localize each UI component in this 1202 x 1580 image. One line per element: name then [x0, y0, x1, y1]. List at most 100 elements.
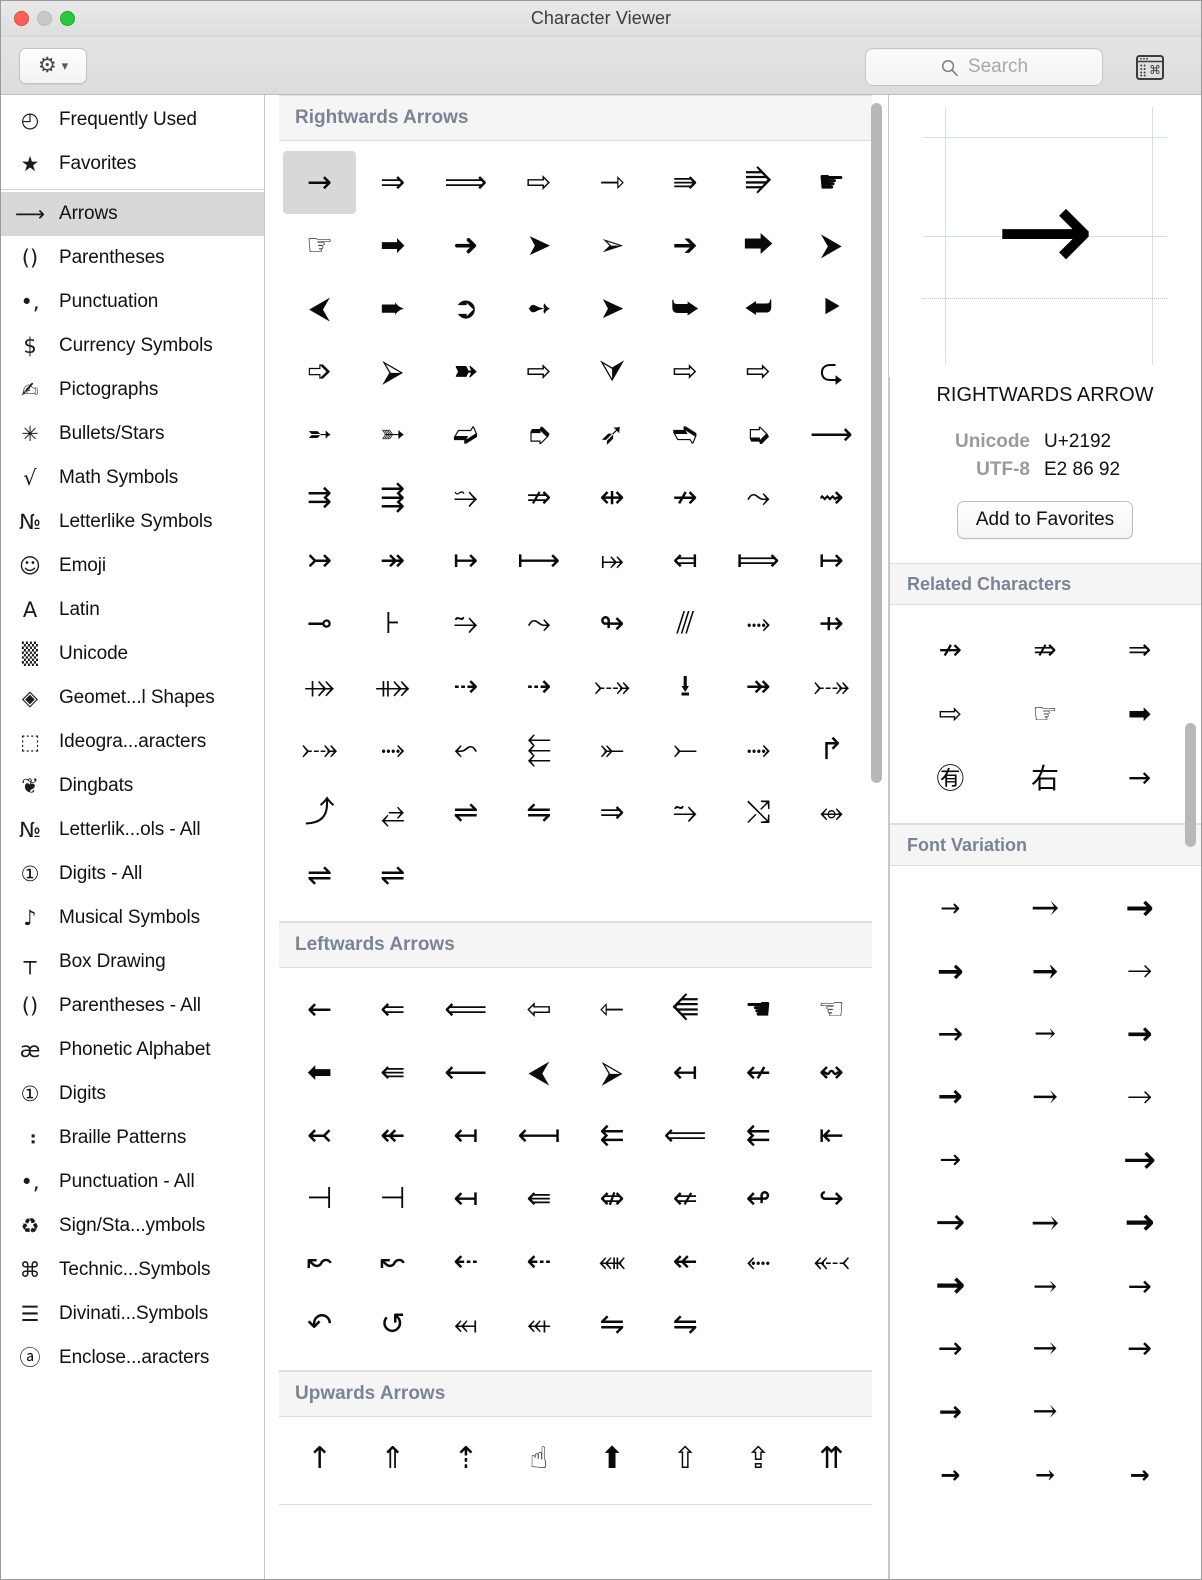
character-cell[interactable]: ➬: [649, 403, 722, 466]
character-cell[interactable]: ↫: [722, 1167, 795, 1230]
font-variation-cell[interactable]: →: [1092, 1002, 1187, 1065]
character-cell[interactable]: ←: [283, 978, 356, 1041]
character-cell[interactable]: ↱: [795, 718, 868, 781]
font-variation-cell[interactable]: →: [1092, 1254, 1187, 1317]
font-variation-cell[interactable]: →: [903, 1254, 998, 1317]
character-cell[interactable]: ⇛: [649, 151, 722, 214]
font-variation-cell[interactable]: →: [998, 1443, 1093, 1506]
settings-menu-button[interactable]: ⚙ ▾: [19, 47, 87, 84]
character-cell[interactable]: ⇨: [502, 340, 575, 403]
sidebar-item-sign-sta-ymbols[interactable]: ♻ Sign/Sta...ymbols: [1, 1204, 264, 1248]
character-cell[interactable]: ⮞: [795, 214, 868, 277]
character-cell[interactable]: ➤: [502, 214, 575, 277]
character-cell[interactable]: ⤑: [722, 592, 795, 655]
sidebar-item-unicode[interactable]: ▒ Unicode: [1, 632, 264, 676]
character-cell[interactable]: ⤑: [356, 718, 429, 781]
sidebar-item-frequently-used[interactable]: ◴ Frequently Used: [1, 98, 264, 142]
character-cell[interactable]: ⫻: [649, 592, 722, 655]
character-cell[interactable]: ⇠: [502, 1230, 575, 1293]
character-cell[interactable]: ⊦: [356, 592, 429, 655]
sidebar-item-parentheses-all[interactable]: () Parentheses - All: [1, 984, 264, 1028]
related-character-cell[interactable]: ⇏: [998, 617, 1093, 681]
search-input[interactable]: Search: [865, 48, 1103, 86]
character-cell[interactable]: ⟼: [502, 529, 575, 592]
character-cell[interactable]: ⇪: [722, 1427, 795, 1490]
character-cell[interactable]: ⬅: [283, 1041, 356, 1104]
character-cell[interactable]: ⥲: [649, 781, 722, 844]
character-cell[interactable]: ⇒: [576, 781, 649, 844]
character-cell[interactable]: ⟵: [429, 1041, 502, 1104]
font-variation-cell[interactable]: →: [1092, 1191, 1187, 1254]
related-character-cell[interactable]: ↛: [903, 617, 998, 681]
sidebar-item-letterlike-symbols[interactable]: № Letterlike Symbols: [1, 500, 264, 544]
character-cell[interactable]: ⇠: [429, 1230, 502, 1293]
category-sidebar[interactable]: ◴ Frequently Used ★ Favorites ⟶ Arrows () Paren…: [1, 95, 265, 1579]
character-cell[interactable]: ⮜: [283, 277, 356, 340]
character-cell[interactable]: ⇝: [795, 466, 868, 529]
character-cell[interactable]: ⤳: [722, 466, 795, 529]
character-cell[interactable]: ⤑: [722, 718, 795, 781]
sidebar-item-digits-all[interactable]: ① Digits - All: [1, 852, 264, 896]
character-cell[interactable]: ⇨: [502, 151, 575, 214]
character-cell[interactable]: ↣: [283, 529, 356, 592]
sidebar-item-arrows[interactable]: ⟶ Arrows: [1, 192, 264, 236]
font-variation-cell[interactable]: →: [1092, 1443, 1187, 1506]
character-cell[interactable]: ↛: [649, 466, 722, 529]
character-cell[interactable]: ↞: [356, 1104, 429, 1167]
font-variation-grid[interactable]: → → → → → → → → → → → → → → → → → → → → → → → → → → → →: [889, 866, 1201, 1517]
character-cell[interactable]: ⥄: [356, 781, 429, 844]
character-cell[interactable]: ➻: [502, 277, 575, 340]
character-cell[interactable]: ➢: [576, 214, 649, 277]
character-cell[interactable]: ⇸: [795, 592, 868, 655]
character-cell[interactable]: ⇈: [795, 1427, 868, 1490]
inspector-scrollbar[interactable]: [1185, 723, 1196, 847]
character-cell[interactable]: ⥈: [795, 781, 868, 844]
character-cell[interactable]: ↠: [722, 655, 795, 718]
character-cell[interactable]: ⤆: [649, 529, 722, 592]
character-cell[interactable]: ⟶: [795, 403, 868, 466]
character-cell[interactable]: ➳: [356, 403, 429, 466]
character-cell[interactable]: ⤚: [649, 718, 722, 781]
character-cell[interactable]: ⬷: [795, 1230, 868, 1293]
character-cell[interactable]: ⬶: [429, 1293, 502, 1356]
character-cell[interactable]: ⊣: [356, 1167, 429, 1230]
character-cell[interactable]: ⇢: [502, 655, 575, 718]
character-cell[interactable]: ⇎: [576, 1167, 649, 1230]
character-cell[interactable]: ⇦: [502, 978, 575, 1041]
character-cell[interactable]: ↜: [356, 1230, 429, 1293]
character-cell[interactable]: ⇚: [356, 1041, 429, 1104]
character-cell[interactable]: ⟸: [429, 978, 502, 1041]
font-variation-cell[interactable]: →: [1092, 1317, 1187, 1380]
character-cell[interactable]: ☞: [283, 214, 356, 277]
related-character-cell[interactable]: →: [1092, 745, 1187, 809]
group-character-grid[interactable]: → ⇒ ⟹ ⇨ ⇾ ⇛ ⭆ ☛ ☞ ➡ ➜ ➤ ➢ ➔ ⮕ ⮞ ⮜ ➨ ➲ ➻ ➤ ⮩ ⮨ ⯈ ➩ ⮚ ➽ ⇨ ⮛ ⇨ ⇨ ⮎ ➵ ➳ ➫ ➮ ➶ ➬ ➭ ⟶…: [279, 141, 872, 922]
font-variation-cell[interactable]: →: [998, 1380, 1093, 1443]
zoom-button[interactable]: [60, 11, 75, 26]
font-variation-cell[interactable]: →: [1092, 1065, 1187, 1128]
font-variation-cell[interactable]: →: [903, 939, 998, 1002]
sidebar-item-bullets-stars[interactable]: ✳ Bullets/Stars: [1, 412, 264, 456]
character-cell[interactable]: ⇉: [283, 466, 356, 529]
character-cell[interactable]: ⤁: [356, 655, 429, 718]
related-character-cell[interactable]: ㊒: [903, 745, 998, 809]
sidebar-item-divinati-symbols[interactable]: ☰ Divinati...Symbols: [1, 1292, 264, 1336]
font-variation-cell[interactable]: →: [1092, 1128, 1187, 1191]
sidebar-item-geomet-l-shapes[interactable]: ◈ Geomet...l Shapes: [1, 676, 264, 720]
sidebar-item-latin[interactable]: A Latin: [1, 588, 264, 632]
character-cell[interactable]: ⇇: [576, 1104, 649, 1167]
sidebar-item-punctuation[interactable]: •, Punctuation: [1, 280, 264, 324]
character-cell[interactable]: ⬆: [576, 1427, 649, 1490]
font-variation-cell[interactable]: →: [903, 1443, 998, 1506]
character-cell[interactable]: ⇋: [502, 781, 575, 844]
sidebar-item-phonetic-alphabet[interactable]: æ Phonetic Alphabet: [1, 1028, 264, 1072]
character-cell[interactable]: ⇋: [649, 1293, 722, 1356]
font-variation-cell[interactable]: →: [903, 1128, 998, 1191]
font-variation-cell[interactable]: →: [1092, 939, 1187, 1002]
character-cell[interactable]: ↭: [795, 1041, 868, 1104]
character-cell[interactable]: ⭅: [649, 978, 722, 1041]
character-cell[interactable]: ⇚: [502, 1167, 575, 1230]
related-character-cell[interactable]: ⇨: [903, 681, 998, 745]
sidebar-item-favorites[interactable]: ★ Favorites: [1, 142, 264, 186]
font-variation-cell[interactable]: →: [903, 1002, 998, 1065]
character-cell[interactable]: ⤅: [576, 529, 649, 592]
